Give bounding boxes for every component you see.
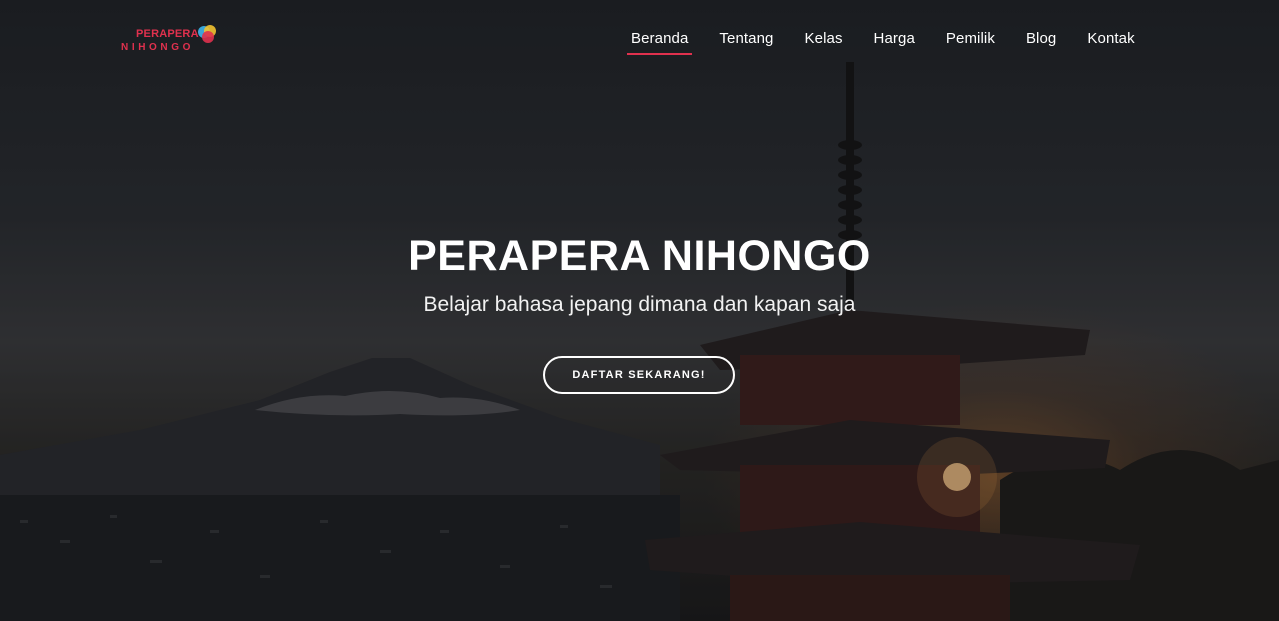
logo-text-bottom: NIHONGO [121,42,194,53]
logo-dots-icon [198,25,216,43]
nav-item-kontak[interactable]: Kontak [1087,30,1134,56]
nav-item-harga[interactable]: Harga [874,30,915,56]
register-now-button[interactable]: DAFTAR SEKARANG! [543,356,735,394]
nav-item-blog[interactable]: Blog [1026,30,1056,56]
hero-subtitle: Belajar bahasa jepang dimana dan kapan s… [423,293,856,316]
nav-item-kelas[interactable]: Kelas [805,30,843,56]
nav-item-tentang[interactable]: Tentang [719,30,773,56]
hero-section: PERAPERA NIHONGO Beranda Tentang Kelas H… [0,0,1279,621]
nav-item-beranda[interactable]: Beranda [626,30,693,56]
hero-title: PERAPERA NIHONGO [408,232,871,280]
brand-logo[interactable]: PERAPERA NIHONGO [120,22,220,58]
nav-item-pemilik[interactable]: Pemilik [946,30,995,56]
site-header: PERAPERA NIHONGO Beranda Tentang Kelas H… [0,0,1279,80]
logo-text-top: PERAPERA [136,28,199,40]
main-nav: Beranda Tentang Kelas Harga Pemilik Blog… [626,30,1135,56]
